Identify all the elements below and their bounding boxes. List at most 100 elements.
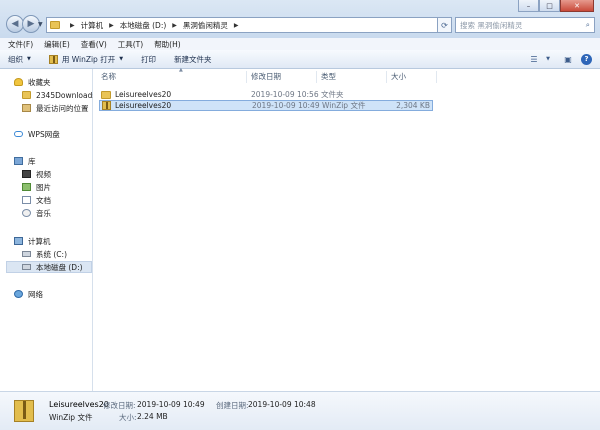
chevron-down-icon: ▼ bbox=[27, 56, 31, 62]
menu-help[interactable]: 帮助(H) bbox=[154, 39, 181, 50]
search-box[interactable]: 搜索 黑洞偷闲精灵 ⌕ bbox=[455, 17, 595, 33]
column-header-modified[interactable]: 修改日期 bbox=[251, 69, 281, 83]
file-row-selected[interactable]: Leisureelves20 2019-10-09 10:49 WinZip 文… bbox=[99, 100, 433, 111]
drive-icon bbox=[22, 251, 31, 257]
column-name-label: 名称 bbox=[101, 71, 116, 81]
file-size: 2,304 KB bbox=[396, 101, 430, 110]
column-header-name[interactable]: 名称 ▲ bbox=[101, 67, 183, 83]
computer-icon bbox=[14, 237, 23, 245]
address-root[interactable] bbox=[47, 18, 67, 32]
breadcrumb-arrow-icon[interactable]: ▶ bbox=[231, 22, 242, 29]
file-name-cell: Leisureelves20 bbox=[102, 101, 171, 110]
menu-bar: 文件(F) 编辑(E) 查看(V) 工具(T) 帮助(H) bbox=[0, 38, 600, 50]
search-icon[interactable]: ⌕ bbox=[586, 20, 590, 30]
explorer-window: – □ ✕ ◀ ▶ ▼ ▶ 计算机 ▶ 本地磁盘 (D:) ▶ 黑洞偷闲精灵 ▶… bbox=[0, 0, 600, 430]
column-header-type[interactable]: 类型 bbox=[321, 69, 336, 83]
file-row[interactable]: Leisureelves20 2019-10-09 10:56 文件夹 bbox=[99, 89, 433, 100]
nav-network-label: 网络 bbox=[28, 289, 43, 299]
nav-drive-d-label: 本地磁盘 (D:) bbox=[36, 262, 83, 272]
print-button[interactable]: 打印 bbox=[141, 54, 156, 65]
organize-button[interactable]: 组织 ▼ bbox=[8, 54, 31, 65]
breadcrumb-arrow-icon[interactable]: ▶ bbox=[67, 22, 78, 29]
details-pane: Leisureelves20 WinZip 文件 修改日期: 2019-10-0… bbox=[0, 391, 600, 430]
nav-downloads[interactable]: 2345Downloads bbox=[22, 89, 96, 101]
folder-icon bbox=[101, 90, 111, 99]
nav-recent-label: 最近访问的位置 bbox=[36, 103, 89, 113]
nav-network[interactable]: 网络 bbox=[14, 288, 43, 300]
new-folder-button[interactable]: 新建文件夹 bbox=[174, 54, 212, 65]
nav-wps-cloud[interactable]: WPS网盘 bbox=[14, 128, 60, 140]
file-modified: 2019-10-09 10:49 bbox=[252, 101, 320, 110]
folder-icon bbox=[50, 21, 60, 29]
nav-videos-label: 视频 bbox=[36, 169, 51, 179]
column-divider[interactable] bbox=[436, 71, 437, 83]
file-name-cell: Leisureelves20 bbox=[101, 90, 171, 99]
column-divider[interactable] bbox=[246, 71, 247, 83]
window-controls: – □ ✕ bbox=[518, 0, 594, 12]
breadcrumb-computer[interactable]: 计算机 bbox=[78, 18, 107, 32]
nav-recent-places[interactable]: 最近访问的位置 bbox=[22, 102, 89, 114]
nav-wps-label: WPS网盘 bbox=[28, 129, 60, 139]
nav-favorites[interactable]: 收藏夹 bbox=[14, 76, 51, 88]
column-header-size[interactable]: 大小 bbox=[391, 69, 406, 83]
cloud-icon bbox=[14, 131, 23, 137]
details-file-type: WinZip 文件 bbox=[49, 413, 93, 422]
nav-computer-label: 计算机 bbox=[28, 236, 51, 246]
details-size-value: 2.24 MB bbox=[137, 412, 168, 421]
refresh-icon: ⟳ bbox=[441, 20, 448, 30]
details-size-label: 大小: bbox=[119, 413, 137, 422]
winzip-file-icon bbox=[14, 400, 34, 422]
title-bar: – □ ✕ ◀ ▶ ▼ ▶ 计算机 ▶ 本地磁盘 (D:) ▶ 黑洞偷闲精灵 ▶… bbox=[0, 0, 600, 38]
breadcrumb-current-folder[interactable]: 黑洞偷闲精灵 bbox=[180, 18, 231, 32]
star-icon bbox=[14, 78, 23, 86]
breadcrumb-drive-d[interactable]: 本地磁盘 (D:) bbox=[117, 18, 170, 32]
menu-tools[interactable]: 工具(T) bbox=[118, 39, 143, 50]
minimize-button[interactable]: – bbox=[518, 0, 539, 12]
view-list-icon[interactable]: ☰ bbox=[527, 53, 541, 65]
nav-library[interactable]: 库 bbox=[14, 155, 36, 167]
organize-label: 组织 bbox=[8, 54, 23, 64]
address-bar[interactable]: ▶ 计算机 ▶ 本地磁盘 (D:) ▶ 黑洞偷闲精灵 ▶ bbox=[46, 17, 438, 33]
nav-music[interactable]: 音乐 bbox=[22, 207, 51, 219]
nav-documents[interactable]: 文档 bbox=[22, 194, 51, 206]
nav-drive-d[interactable]: 本地磁盘 (D:) bbox=[6, 261, 92, 273]
winzip-icon bbox=[48, 54, 58, 64]
menu-view[interactable]: 查看(V) bbox=[81, 39, 107, 50]
file-list: 名称 ▲ 修改日期 类型 大小 Leisureelves20 2019-10-09… bbox=[93, 67, 600, 391]
column-divider[interactable] bbox=[316, 71, 317, 83]
preview-pane-icon[interactable]: ▣ bbox=[561, 53, 575, 65]
forward-arrow-icon: ▶ bbox=[27, 19, 35, 29]
column-divider[interactable] bbox=[386, 71, 387, 83]
recent-pages-dropdown-icon[interactable]: ▼ bbox=[38, 21, 44, 28]
nav-documents-label: 文档 bbox=[36, 195, 51, 205]
nav-pictures-label: 图片 bbox=[36, 182, 51, 192]
video-icon bbox=[22, 170, 31, 178]
nav-library-label: 库 bbox=[28, 156, 36, 166]
navigation-pane: 收藏夹 2345Downloads 最近访问的位置 WPS网盘 库 视频 图片 … bbox=[0, 69, 96, 391]
close-button[interactable]: ✕ bbox=[560, 0, 594, 12]
nav-computer[interactable]: 计算机 bbox=[14, 235, 51, 247]
open-with-winzip-button[interactable]: 用 WinZip 打开 ▼ bbox=[48, 54, 124, 65]
menu-edit[interactable]: 编辑(E) bbox=[44, 39, 70, 50]
file-name: Leisureelves20 bbox=[115, 101, 172, 110]
nav-videos[interactable]: 视频 bbox=[22, 168, 51, 180]
details-created-label: 创建日期: bbox=[216, 401, 249, 410]
nav-music-label: 音乐 bbox=[36, 208, 51, 218]
chevron-down-icon: ▼ bbox=[119, 56, 124, 62]
maximize-button[interactable]: □ bbox=[539, 0, 560, 12]
menu-file[interactable]: 文件(F) bbox=[8, 39, 33, 50]
nav-favorites-label: 收藏夹 bbox=[28, 77, 51, 87]
network-icon bbox=[14, 290, 23, 298]
file-type: WinZip 文件 bbox=[322, 101, 366, 110]
file-type: 文件夹 bbox=[321, 90, 344, 99]
help-icon[interactable]: ? bbox=[581, 53, 592, 65]
breadcrumb-arrow-icon[interactable]: ▶ bbox=[169, 22, 180, 29]
details-created-value: 2019-10-09 10:48 bbox=[248, 400, 316, 409]
command-bar: 组织 ▼ 用 WinZip 打开 ▼ 打印 新建文件夹 ☰ ▼ ▣ ? bbox=[0, 50, 600, 69]
nav-pictures[interactable]: 图片 bbox=[22, 181, 51, 193]
nav-drive-c[interactable]: 系统 (C:) bbox=[22, 248, 67, 260]
breadcrumb-arrow-icon[interactable]: ▶ bbox=[106, 22, 117, 29]
refresh-button[interactable]: ⟳ bbox=[438, 17, 452, 33]
library-icon bbox=[14, 157, 23, 165]
chevron-down-icon[interactable]: ▼ bbox=[541, 53, 555, 65]
